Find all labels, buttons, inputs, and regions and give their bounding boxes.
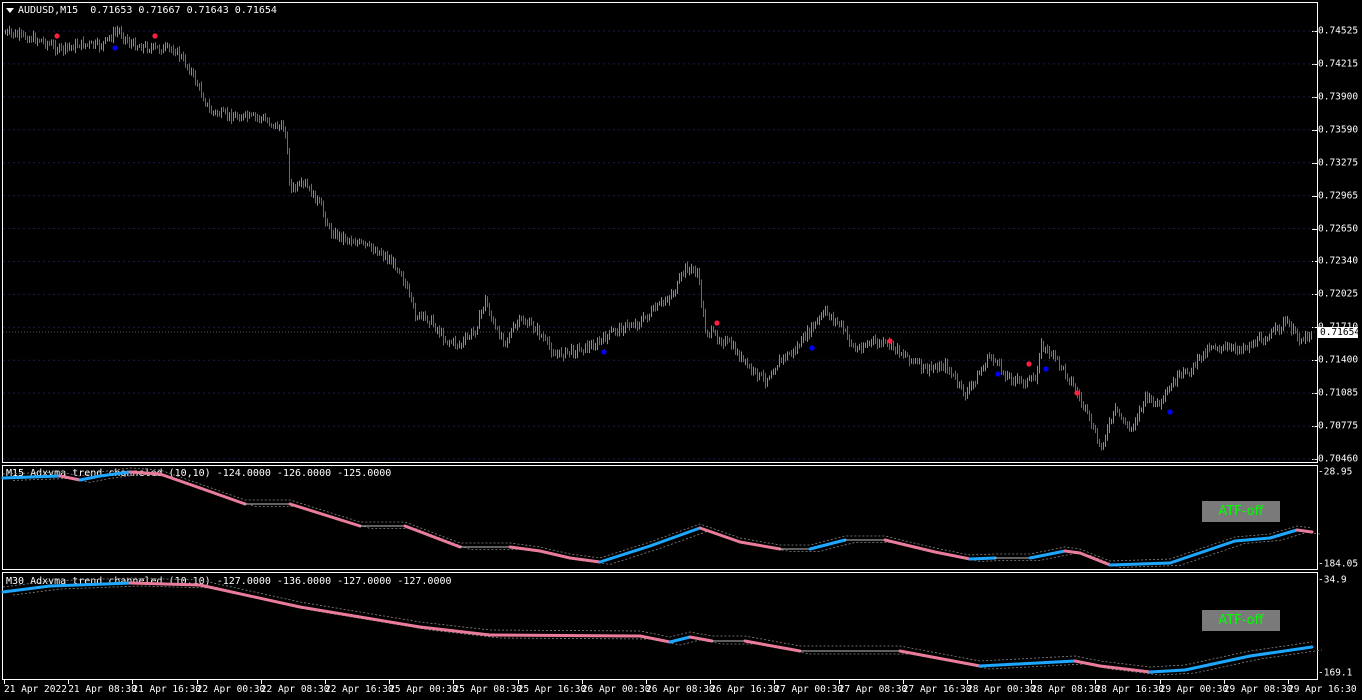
buy-signal-dot (112, 45, 118, 51)
sell-signal-dot (1074, 390, 1080, 396)
indicator-segment (1148, 668, 1187, 674)
buy-signal-dot (601, 349, 607, 355)
indicator-segment (743, 639, 802, 653)
indicator-segment (698, 526, 742, 544)
indicator-segment (668, 635, 692, 644)
indicator-segment (198, 583, 302, 609)
sell-signal-dot (152, 33, 158, 39)
indicator-segment (508, 545, 542, 553)
indicator-segment (48, 581, 132, 588)
indicator-segment (1073, 659, 1102, 668)
indicator-segment (288, 502, 362, 528)
indicator-segment (1268, 528, 1299, 540)
indicator-segment (198, 486, 247, 506)
indicator-channel-line (12, 473, 1323, 568)
indicator-segment (808, 538, 847, 551)
buy-signal-dot (1043, 366, 1049, 372)
indicator-segment (538, 549, 572, 560)
indicator-segment (1, 584, 52, 594)
indicator-segment (158, 472, 202, 490)
indicator-segment (298, 605, 422, 629)
indicator-segment (128, 470, 162, 476)
indicator-segment (78, 474, 102, 482)
indicator-segment (598, 544, 652, 564)
indicator-channel-line (2, 577, 1313, 668)
indicator-segment (98, 470, 132, 478)
indicator-segment (968, 556, 997, 561)
indicator-segment (568, 556, 602, 564)
indicator-segment (933, 550, 972, 561)
indicator-segment (418, 625, 492, 637)
indicator-segment (738, 540, 782, 551)
buy-signal-dot (995, 371, 1001, 377)
sell-signal-dot (1026, 361, 1032, 367)
sell-signal-dot (54, 33, 60, 39)
indicator-segment (1248, 645, 1314, 658)
indicator-segment (1063, 549, 1082, 555)
indicator-segment (128, 581, 202, 587)
indicator-segment (58, 474, 82, 482)
indicator-segment (488, 633, 642, 638)
indicator-segment (1028, 549, 1067, 560)
indicator-segment (403, 524, 462, 549)
indicator-segment (1168, 539, 1237, 565)
sell-signal-dot (887, 338, 893, 344)
indicator-channel-line (12, 585, 1323, 676)
indicator-segment (1, 474, 62, 480)
indicator-channel-line (2, 467, 1313, 562)
buy-signal-dot (1167, 409, 1173, 415)
indicator-segment (1295, 528, 1314, 534)
indicator-segment (688, 635, 714, 643)
indicator-segment (1108, 561, 1172, 567)
sell-signal-dot (714, 320, 720, 326)
indicator-segment (1233, 536, 1272, 543)
chart-drawing-layer (1, 25, 1323, 676)
buy-signal-dot (809, 345, 815, 351)
